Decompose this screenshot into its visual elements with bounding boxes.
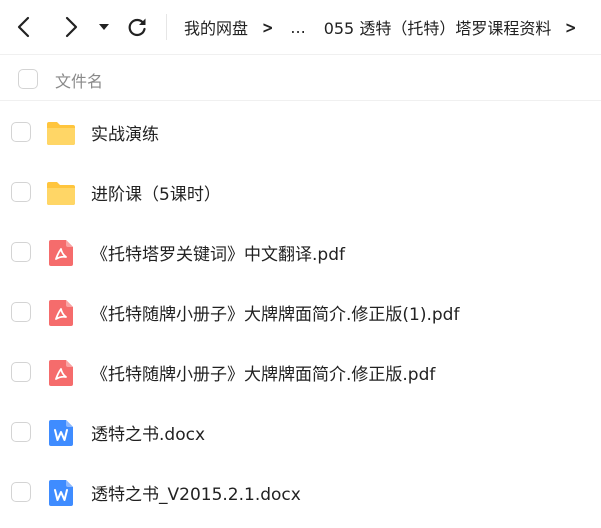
file-row[interactable]: 透特之书_V2015.2.1.docx: [0, 462, 601, 522]
file-name[interactable]: 透特之书.docx: [91, 420, 205, 445]
file-row[interactable]: 进阶课（5课时）: [0, 162, 601, 222]
chevron-right-icon: [65, 16, 78, 38]
folder-icon: [47, 182, 75, 205]
breadcrumb-root[interactable]: 我的网盘: [184, 15, 248, 39]
forward-button[interactable]: [56, 12, 86, 42]
folder-icon: [47, 122, 75, 145]
row-checkbox[interactable]: [11, 242, 31, 262]
file-list-header: 文件名: [0, 54, 601, 101]
row-checkbox[interactable]: [11, 362, 31, 382]
row-checkbox[interactable]: [11, 422, 31, 442]
file-name[interactable]: 《托特随牌小册子》大牌牌面简介.修正版.pdf: [91, 360, 435, 385]
breadcrumb-current[interactable]: 055 透特（托特）塔罗课程资料: [324, 15, 552, 39]
breadcrumb-separator: >: [262, 17, 274, 37]
refresh-icon: [128, 18, 146, 37]
file-name[interactable]: 进阶课（5课时）: [91, 180, 221, 205]
refresh-button[interactable]: [122, 12, 152, 42]
file-row[interactable]: 透特之书.docx: [0, 402, 601, 462]
word-file-icon: [49, 480, 73, 506]
toolbar-divider: [166, 14, 167, 40]
file-name[interactable]: 实战演练: [91, 120, 159, 145]
back-button[interactable]: [9, 12, 39, 42]
history-dropdown-button[interactable]: [92, 12, 116, 42]
breadcrumb-trailing-separator[interactable]: >: [565, 18, 576, 37]
breadcrumb: 我的网盘 > ... 055 透特（托特）塔罗课程资料 >: [184, 14, 590, 40]
file-name[interactable]: 《托特随牌小册子》大牌牌面简介.修正版(1).pdf: [91, 300, 459, 325]
file-row[interactable]: 《托特随牌小册子》大牌牌面简介.修正版.pdf: [0, 342, 601, 402]
column-header-filename[interactable]: 文件名: [55, 68, 103, 92]
select-all-checkbox[interactable]: [18, 69, 38, 89]
caret-down-icon: [99, 24, 109, 30]
pdf-file-icon: [49, 360, 73, 386]
toolbar: 我的网盘 > ... 055 透特（托特）塔罗课程资料 >: [0, 0, 601, 54]
pdf-file-icon: [49, 240, 73, 266]
file-name[interactable]: 《托特塔罗关键词》中文翻译.pdf: [91, 240, 345, 265]
row-checkbox[interactable]: [11, 182, 31, 202]
file-row[interactable]: 实战演练: [0, 102, 601, 162]
row-checkbox[interactable]: [11, 302, 31, 322]
row-checkbox[interactable]: [11, 482, 31, 502]
chevron-left-icon: [17, 16, 30, 38]
word-file-icon: [49, 420, 73, 446]
file-row[interactable]: 《托特塔罗关键词》中文翻译.pdf: [0, 222, 601, 282]
file-row[interactable]: 《托特随牌小册子》大牌牌面简介.修正版(1).pdf: [0, 282, 601, 342]
pdf-file-icon: [49, 300, 73, 326]
file-name[interactable]: 透特之书_V2015.2.1.docx: [91, 480, 301, 505]
breadcrumb-ellipsis[interactable]: ...: [290, 18, 305, 37]
row-checkbox[interactable]: [11, 122, 31, 142]
